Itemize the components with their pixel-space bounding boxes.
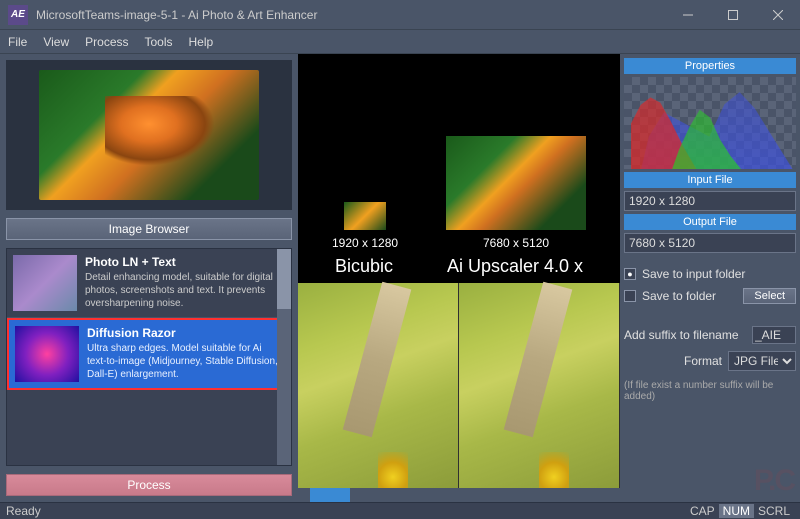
watermark: P.C [754, 464, 794, 498]
format-select[interactable]: JPG File [728, 351, 796, 371]
save-input-checkbox[interactable]: ● [624, 268, 636, 280]
menubar: File View Process Tools Help [0, 30, 800, 54]
output-thumb [446, 136, 586, 230]
status-cap: CAP [686, 504, 719, 518]
horizontal-scrollbar[interactable] [298, 488, 620, 502]
suffix-label: Add suffix to filename [624, 328, 746, 342]
window-title: MicrosoftTeams-image-5-1 - Ai Photo & Ar… [36, 8, 665, 22]
model-card-photo-ln[interactable]: Photo LN + Text Detail enhancing model, … [7, 249, 291, 318]
save-folder-label: Save to folder [642, 289, 737, 303]
menu-help[interactable]: Help [189, 35, 214, 49]
menu-tools[interactable]: Tools [145, 35, 173, 49]
app-icon: AE [8, 5, 28, 25]
process-button[interactable]: Process [6, 474, 292, 496]
suffix-input[interactable] [752, 326, 796, 344]
properties-header: Properties [624, 58, 796, 74]
input-file-field[interactable] [624, 191, 796, 211]
minimize-button[interactable] [665, 0, 710, 30]
input-dimensions: 1920 x 1280 [332, 236, 398, 250]
menu-process[interactable]: Process [85, 35, 128, 49]
status-ready: Ready [6, 504, 41, 518]
close-button[interactable] [755, 0, 800, 30]
input-thumb [344, 202, 386, 230]
suffix-hint: (If file exist a number suffix will be a… [624, 380, 796, 402]
method-label-bicubic: Bicubic [335, 256, 393, 277]
preview-image [39, 70, 259, 200]
scrollbar[interactable] [277, 249, 291, 465]
model-list[interactable]: Photo LN + Text Detail enhancing model, … [6, 248, 292, 466]
menu-file[interactable]: File [8, 35, 27, 49]
input-file-header: Input File [624, 172, 796, 188]
output-dimensions: 7680 x 5120 [446, 236, 586, 250]
save-folder-checkbox[interactable] [624, 290, 636, 302]
maximize-button[interactable] [710, 0, 755, 30]
preview-area [6, 60, 292, 210]
detail-bicubic[interactable] [298, 283, 459, 502]
titlebar: AE MicrosoftTeams-image-5-1 - Ai Photo &… [0, 0, 800, 30]
statusbar: Ready CAP NUM SCRL [0, 502, 800, 519]
comparison-panel: 1920 x 1280 7680 x 5120 Bicubic Ai Upsca… [298, 54, 620, 502]
left-panel: Image Browser Photo LN + Text Detail enh… [0, 54, 298, 502]
model-card-diffusion-razor[interactable]: Diffusion Razor Ultra sharp edges. Model… [7, 318, 291, 390]
model-thumb [15, 326, 79, 382]
model-title: Diffusion Razor [87, 326, 283, 340]
model-thumb [13, 255, 77, 311]
histogram [624, 77, 796, 169]
model-desc: Detail enhancing model, suitable for dig… [85, 271, 285, 310]
save-input-label: Save to input folder [642, 267, 796, 281]
output-file-header: Output File [624, 214, 796, 230]
detail-ai[interactable] [459, 283, 620, 502]
model-title: Photo LN + Text [85, 255, 285, 269]
status-num: NUM [719, 504, 754, 518]
status-scrl: SCRL [754, 504, 794, 518]
properties-panel: Properties Input File Output File ● Save… [620, 54, 800, 502]
method-label-ai: Ai Upscaler 4.0 x [447, 256, 583, 277]
menu-view[interactable]: View [43, 35, 69, 49]
image-browser-button[interactable]: Image Browser [6, 218, 292, 240]
select-folder-button[interactable]: Select [743, 288, 796, 304]
model-desc: Ultra sharp edges. Model suitable for Ai… [87, 342, 283, 381]
output-file-field[interactable] [624, 233, 796, 253]
format-label: Format [684, 354, 722, 368]
